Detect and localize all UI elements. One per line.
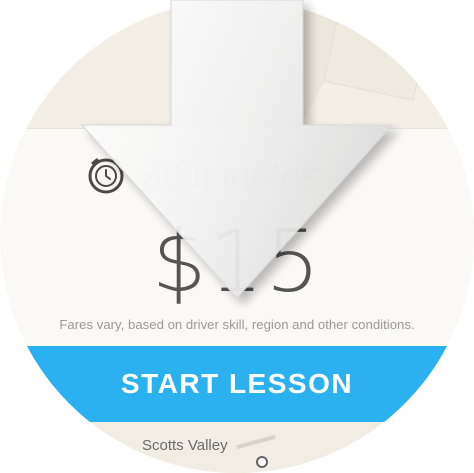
duration-row: 30 minutes [86, 153, 318, 197]
map-place-label: Scotts Valley [142, 437, 228, 454]
lesson-card-circle: 30 minutes $15 Fares vary, based on driv… [0, 0, 474, 473]
map-top [0, 0, 474, 152]
start-lesson-button[interactable]: START LESSON [0, 346, 474, 422]
alarm-clock-icon [88, 158, 124, 194]
map-block [323, 11, 429, 101]
price-text: $15 [151, 212, 323, 312]
start-lesson-label: START LESSON [120, 368, 354, 399]
duration-text: 30 minutes [142, 154, 319, 195]
fare-note: Fares vary, based on driver skill, regio… [59, 317, 415, 332]
map-pin-icon [256, 456, 268, 468]
